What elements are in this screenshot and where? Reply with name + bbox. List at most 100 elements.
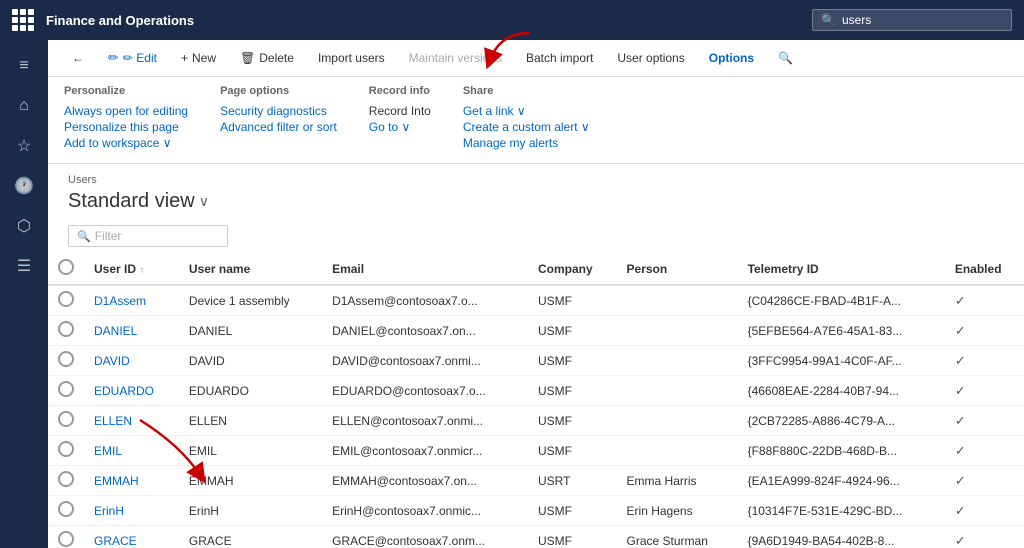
username-cell: ErinH bbox=[179, 496, 322, 526]
advanced-filter-link[interactable]: Advanced filter or sort bbox=[220, 119, 337, 135]
back-button[interactable]: ← bbox=[64, 47, 92, 69]
sidebar-favorites-icon[interactable]: ☆ bbox=[6, 128, 42, 164]
username-cell: EMIL bbox=[179, 436, 322, 466]
telemetry-cell: {3FFC9954-99A1-4C0F-AF... bbox=[738, 346, 945, 376]
maintain-versions-button[interactable]: Maintain versions bbox=[401, 47, 510, 69]
userid-cell[interactable]: EDUARDO bbox=[84, 376, 179, 406]
row-selector[interactable] bbox=[58, 291, 74, 307]
filter-input-container[interactable]: 🔍 bbox=[68, 225, 228, 247]
row-selector-cell[interactable] bbox=[48, 466, 84, 496]
check-icon: ✓ bbox=[955, 503, 966, 518]
row-selector-cell[interactable] bbox=[48, 346, 84, 376]
company-cell: USMF bbox=[528, 496, 617, 526]
go-to-link[interactable]: Go to ∨ bbox=[369, 119, 431, 135]
sidebar-modules-icon[interactable]: ☰ bbox=[6, 248, 42, 284]
get-link-link[interactable]: Get a link ∨ bbox=[463, 103, 590, 119]
telemetry-cell: {C04286CE-FBAD-4B1F-A... bbox=[738, 285, 945, 316]
table-row[interactable]: ErinH ErinH ErinH@contosoax7.onmic... US… bbox=[48, 496, 1024, 526]
sidebar-recent-icon[interactable]: 🕐 bbox=[6, 168, 42, 204]
edit-button[interactable]: ✏ ✏ Edit bbox=[100, 46, 165, 70]
search-button[interactable]: 🔍 bbox=[770, 47, 801, 69]
row-selector-cell[interactable] bbox=[48, 376, 84, 406]
options-button[interactable]: Options bbox=[701, 47, 762, 69]
company-cell: USMF bbox=[528, 346, 617, 376]
global-search[interactable]: 🔍 bbox=[812, 9, 1012, 31]
table-row[interactable]: EMMAH EMMAH EMMAH@contosoax7.on... USRT … bbox=[48, 466, 1024, 496]
userid-cell[interactable]: GRACE bbox=[84, 526, 179, 548]
userid-cell[interactable]: DAVID bbox=[84, 346, 179, 376]
userid-cell[interactable]: ErinH bbox=[84, 496, 179, 526]
sidebar-home-icon[interactable]: ⌂ bbox=[6, 88, 42, 124]
enabled-column-header[interactable]: Enabled bbox=[945, 253, 1024, 285]
row-selector[interactable] bbox=[58, 501, 74, 517]
user-options-button[interactable]: User options bbox=[609, 47, 692, 69]
global-search-input[interactable] bbox=[842, 13, 1002, 27]
check-icon: ✓ bbox=[955, 383, 966, 398]
company-column-header[interactable]: Company bbox=[528, 253, 617, 285]
personalize-group: Personalize Always open for editing Pers… bbox=[64, 85, 188, 151]
delete-button[interactable]: 🗑 Delete bbox=[232, 47, 302, 69]
users-table: User ID ↑ User name Email Company Person… bbox=[48, 253, 1024, 548]
header-selector[interactable] bbox=[58, 259, 74, 275]
row-selector-cell[interactable] bbox=[48, 406, 84, 436]
telemetry-column-header[interactable]: Telemetry ID bbox=[738, 253, 945, 285]
table-row[interactable]: EDUARDO EDUARDO EDUARDO@contosoax7.o... … bbox=[48, 376, 1024, 406]
row-selector[interactable] bbox=[58, 411, 74, 427]
table-row[interactable]: EMIL EMIL EMIL@contosoax7.onmicr... USMF… bbox=[48, 436, 1024, 466]
row-selector[interactable] bbox=[58, 381, 74, 397]
person-column-header[interactable]: Person bbox=[617, 253, 738, 285]
search-icon: 🔍 bbox=[821, 13, 836, 27]
row-selector-cell[interactable] bbox=[48, 526, 84, 548]
manage-alerts-link[interactable]: Manage my alerts bbox=[463, 135, 590, 151]
always-open-editing-link[interactable]: Always open for editing bbox=[64, 103, 188, 119]
row-selector-cell[interactable] bbox=[48, 285, 84, 316]
row-selector[interactable] bbox=[58, 441, 74, 457]
security-diagnostics-link[interactable]: Security diagnostics bbox=[220, 103, 337, 119]
person-cell bbox=[617, 376, 738, 406]
row-selector-cell[interactable] bbox=[48, 316, 84, 346]
enabled-cell: ✓ bbox=[945, 346, 1024, 376]
filter-input[interactable] bbox=[95, 229, 225, 243]
breadcrumb: Users bbox=[68, 174, 1004, 186]
create-custom-alert-link[interactable]: Create a custom alert ∨ bbox=[463, 119, 590, 135]
add-to-workspace-link[interactable]: Add to workspace ∨ bbox=[64, 135, 188, 151]
table-row[interactable]: GRACE GRACE GRACE@contosoax7.onm... USMF… bbox=[48, 526, 1024, 548]
table-row[interactable]: DANIEL DANIEL DANIEL@contosoax7.on... US… bbox=[48, 316, 1024, 346]
userid-column-header[interactable]: User ID ↑ bbox=[84, 253, 179, 285]
row-selector-cell[interactable] bbox=[48, 436, 84, 466]
row-selector[interactable] bbox=[58, 531, 74, 547]
company-cell: USRT bbox=[528, 466, 617, 496]
person-cell: Emma Harris bbox=[617, 466, 738, 496]
company-cell: USMF bbox=[528, 316, 617, 346]
table-row[interactable]: D1Assem Device 1 assembly D1Assem@contos… bbox=[48, 285, 1024, 316]
userid-cell[interactable]: D1Assem bbox=[84, 285, 179, 316]
userid-cell[interactable]: EMIL bbox=[84, 436, 179, 466]
telemetry-cell: {9A6D1949-BA54-402B-8... bbox=[738, 526, 945, 548]
username-cell: GRACE bbox=[179, 526, 322, 548]
row-selector[interactable] bbox=[58, 351, 74, 367]
row-selector[interactable] bbox=[58, 471, 74, 487]
telemetry-cell: {2CB72285-A886-4C79-A... bbox=[738, 406, 945, 436]
telemetry-cell: {5EFBE564-A7E6-45A1-83... bbox=[738, 316, 945, 346]
view-chevron-icon[interactable]: ∨ bbox=[199, 193, 209, 210]
import-users-button[interactable]: Import users bbox=[310, 47, 393, 69]
table-row[interactable]: DAVID DAVID DAVID@contosoax7.onmi... USM… bbox=[48, 346, 1024, 376]
row-selector[interactable] bbox=[58, 321, 74, 337]
personalize-page-link[interactable]: Personalize this page bbox=[64, 119, 188, 135]
sidebar-menu-icon[interactable]: ≡ bbox=[6, 48, 42, 84]
person-cell bbox=[617, 436, 738, 466]
email-column-header[interactable]: Email bbox=[322, 253, 528, 285]
new-button[interactable]: + New bbox=[173, 47, 224, 69]
check-icon: ✓ bbox=[955, 293, 966, 308]
row-selector-cell[interactable] bbox=[48, 496, 84, 526]
app-grid-icon[interactable] bbox=[12, 9, 34, 31]
sidebar-workspaces-icon[interactable]: ⬡ bbox=[6, 208, 42, 244]
record-into-text: Record Into bbox=[369, 103, 431, 119]
userid-cell[interactable]: EMMAH bbox=[84, 466, 179, 496]
batch-import-button[interactable]: Batch import bbox=[518, 47, 601, 69]
userid-cell[interactable]: ELLEN bbox=[84, 406, 179, 436]
username-column-header[interactable]: User name bbox=[179, 253, 322, 285]
enabled-cell: ✓ bbox=[945, 436, 1024, 466]
table-row[interactable]: ELLEN ELLEN ELLEN@contosoax7.onmi... USM… bbox=[48, 406, 1024, 436]
userid-cell[interactable]: DANIEL bbox=[84, 316, 179, 346]
